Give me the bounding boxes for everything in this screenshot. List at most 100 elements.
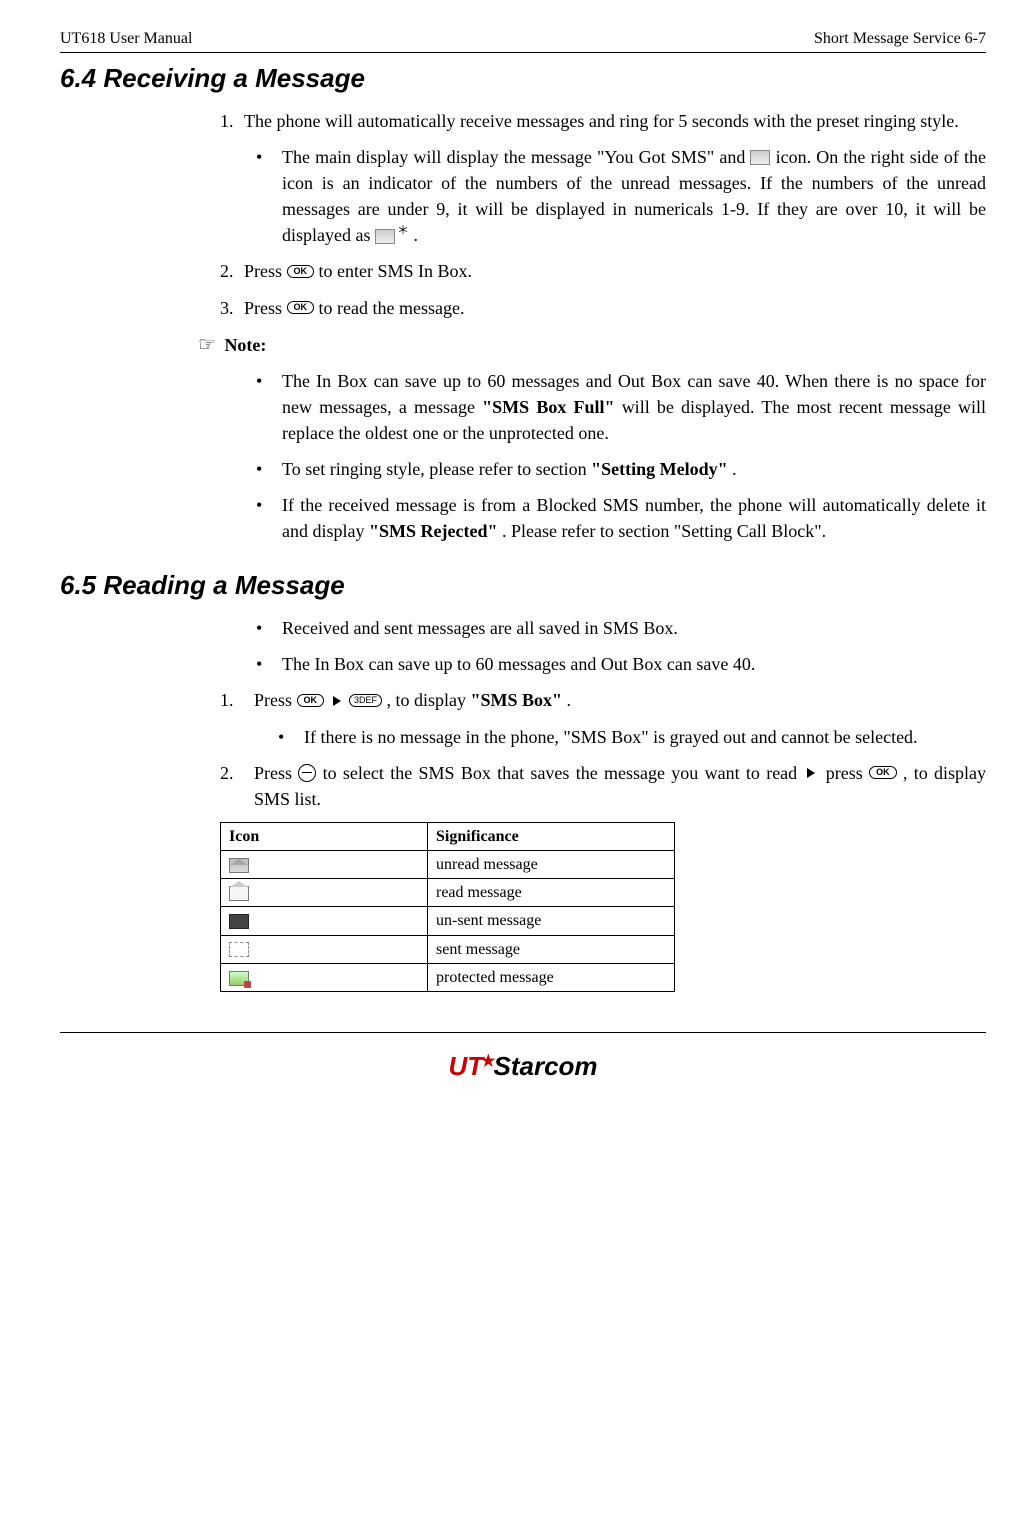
logo-ut: UT: [448, 1051, 483, 1081]
text-segment: .: [567, 690, 572, 710]
page-header: UT618 User Manual Short Message Service …: [60, 30, 986, 48]
section-6-4-title: 6.4 Receiving a Message: [60, 63, 986, 94]
text-segment: .: [414, 225, 419, 245]
unsent-message-icon: [229, 914, 249, 929]
cell-icon: [221, 935, 428, 963]
arrow-right-icon: [333, 696, 341, 706]
step-text: Press OK to read the message.: [244, 295, 986, 321]
bullet-dot: •: [256, 492, 282, 544]
text-segment: .: [732, 459, 737, 479]
read-step-1-sub: • If there is no message in the phone, "…: [278, 724, 986, 750]
read-step-1: 1. Press OK 3DEF , to display "SMS Box" …: [220, 687, 986, 713]
step-2: 2. Press OK to enter SMS In Box.: [220, 258, 986, 284]
table-header-row: Icon Significance: [221, 822, 675, 850]
text-segment: Press: [254, 763, 298, 783]
intro-bullet-1: • Received and sent messages are all sav…: [256, 615, 986, 641]
col-header-significance: Significance: [428, 822, 675, 850]
text-segment: to select the SMS Box that saves the mes…: [323, 763, 804, 783]
bold-text: "Setting Melody": [591, 459, 727, 479]
cell-icon: [221, 850, 428, 878]
note-bullet-1: • The In Box can save up to 60 messages …: [256, 368, 986, 446]
page: UT618 User Manual Short Message Service …: [0, 0, 1036, 1400]
step-number: 3.: [220, 295, 244, 321]
header-rule: [60, 52, 986, 53]
text-segment: , to display: [387, 690, 471, 710]
arrow-right-icon: [807, 768, 815, 778]
logo-starcom: Starcom: [493, 1051, 597, 1081]
text-segment: Press: [244, 261, 287, 281]
step-text: Press to select the SMS Box that saves t…: [254, 760, 986, 812]
text-segment: The main display will display the messag…: [282, 147, 750, 167]
table-row: protected message: [221, 963, 675, 991]
cell-significance: read message: [428, 879, 675, 907]
step-text: Press OK to enter SMS In Box.: [244, 258, 986, 284]
cell-icon: [221, 907, 428, 935]
unread-message-icon: [229, 858, 249, 873]
bold-text: "SMS Rejected": [369, 521, 497, 541]
bullet-text: Received and sent messages are all saved…: [282, 615, 986, 641]
step-number: 2.: [220, 760, 254, 812]
header-left: UT618 User Manual: [60, 30, 192, 48]
cell-significance: un-sent message: [428, 907, 675, 935]
footer-rule: [60, 1032, 986, 1033]
table-row: un-sent message: [221, 907, 675, 935]
step-text: The phone will automatically receive mes…: [244, 108, 986, 134]
bullet-text: If there is no message in the phone, "SM…: [304, 724, 986, 750]
table-row: unread message: [221, 850, 675, 878]
note-bullet-2: • To set ringing style, please refer to …: [256, 456, 986, 482]
section-6-5-content: • Received and sent messages are all sav…: [220, 615, 986, 992]
sms-envelope-icon: [750, 150, 770, 165]
bullet-dot: •: [256, 651, 282, 677]
table-row: read message: [221, 879, 675, 907]
icon-significance-table: Icon Significance unread message read me…: [220, 822, 675, 992]
section-6-5-title: 6.5 Reading a Message: [60, 570, 986, 601]
bullet-dot: •: [256, 144, 282, 248]
cell-icon: [221, 963, 428, 991]
sent-message-icon: [229, 942, 249, 957]
bullet-text: The In Box can save up to 60 messages an…: [282, 368, 986, 446]
header-right: Short Message Service 6-7: [814, 30, 986, 48]
bullet-dot: •: [256, 615, 282, 641]
intro-bullet-2: • The In Box can save up to 60 messages …: [256, 651, 986, 677]
step-number: 1.: [220, 108, 244, 134]
bullet-text: If the received message is from a Blocke…: [282, 492, 986, 544]
table-row: sent message: [221, 935, 675, 963]
bullet-text: The In Box can save up to 60 messages an…: [282, 651, 986, 677]
note-bullet-3: • If the received message is from a Bloc…: [256, 492, 986, 544]
icon-table-wrap: Icon Significance unread message read me…: [220, 822, 986, 992]
bullet-dot: •: [256, 456, 282, 482]
step-text: Press OK 3DEF , to display "SMS Box" .: [254, 687, 986, 713]
protected-message-icon: [229, 971, 249, 986]
cell-significance: sent message: [428, 935, 675, 963]
text-segment: Press: [244, 298, 287, 318]
bullet-text: The main display will display the messag…: [282, 144, 986, 248]
read-message-icon: [229, 886, 249, 901]
text-segment: . Please refer to section "Setting Call …: [502, 521, 826, 541]
cell-icon: [221, 879, 428, 907]
cell-significance: unread message: [428, 850, 675, 878]
bold-text: "SMS Box": [471, 690, 563, 710]
text-segment: to read the message.: [319, 298, 465, 318]
sms-envelope-star-icon: ＊: [375, 222, 409, 248]
sms-envelope-icon: [375, 229, 395, 244]
step-1-bullet: • The main display will display the mess…: [256, 144, 986, 248]
ok-key-icon: OK: [297, 694, 325, 707]
text-segment: To set ringing style, please refer to se…: [282, 459, 591, 479]
cell-significance: protected message: [428, 963, 675, 991]
step-number: 2.: [220, 258, 244, 284]
bullet-dot: •: [256, 368, 282, 446]
read-step-2: 2. Press to select the SMS Box that save…: [220, 760, 986, 812]
footer-logo: UT★Starcom: [60, 1051, 986, 1082]
col-header-icon: Icon: [221, 822, 428, 850]
section-6-4-content: 1. The phone will automatically receive …: [220, 108, 986, 544]
bullet-dot: •: [278, 724, 304, 750]
ok-key-icon: OK: [869, 766, 897, 779]
step-1: 1. The phone will automatically receive …: [220, 108, 986, 134]
three-key-icon: 3DEF: [349, 694, 382, 707]
note-heading: ☞ Note:: [198, 331, 986, 360]
ok-key-icon: OK: [287, 301, 315, 314]
text-segment: to enter SMS In Box.: [319, 261, 473, 281]
note-label: Note:: [224, 335, 266, 355]
star-indicator: ＊: [397, 223, 409, 237]
ok-key-icon: OK: [287, 265, 315, 278]
